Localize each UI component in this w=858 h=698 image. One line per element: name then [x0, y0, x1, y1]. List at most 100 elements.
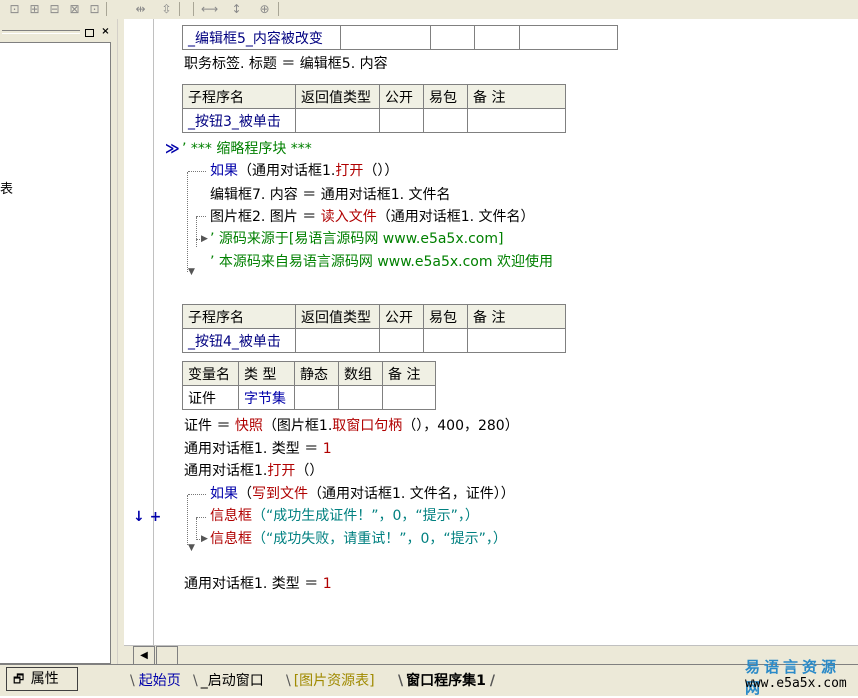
align-bottom-icon[interactable]: ⊠	[66, 1, 83, 17]
equal-height-icon[interactable]: ⇳	[158, 1, 175, 17]
code-text: （	[238, 486, 252, 502]
tab-edge: /	[489, 673, 495, 689]
toolbar-separator	[106, 2, 107, 16]
code-text: 证件 ＝	[184, 418, 235, 434]
method: 打开	[335, 163, 364, 179]
tab-edge: \	[193, 673, 198, 689]
arrow-down-icon: ▼	[188, 543, 195, 553]
editor-gutter	[124, 19, 154, 645]
code-text: （通用对话框1. 文件名，证件））	[308, 486, 515, 502]
tab-label: _启动窗口	[200, 673, 264, 689]
truncated-label: 表	[0, 182, 14, 197]
empty-cell[interactable]	[467, 328, 566, 353]
keyword: 如果	[210, 486, 238, 502]
scroll-left-button[interactable]: ◀	[133, 646, 155, 665]
empty-cell[interactable]	[338, 385, 383, 410]
code-line[interactable]: 信息框（“成功失败，请重试！”，0，“提示”，）	[210, 530, 507, 548]
sub-name-cell[interactable]: _编辑框5_内容被改变	[182, 25, 341, 50]
empty-cell[interactable]	[430, 25, 475, 50]
empty-cell[interactable]	[467, 108, 566, 133]
tab-edge: \	[130, 673, 135, 689]
code-line[interactable]: 如果（写到文件（通用对话框1. 文件名，证件））	[210, 485, 515, 503]
empty-cell[interactable]	[295, 328, 380, 353]
v-center-icon[interactable]: ↕	[228, 1, 245, 17]
tab-edge: \	[398, 673, 404, 689]
align-right-icon[interactable]: ⊡	[86, 1, 103, 17]
center-both-icon[interactable]: ⊕	[256, 1, 273, 17]
align-top-icon[interactable]: ⊟	[46, 1, 63, 17]
properties-tab-label: 属性	[30, 671, 59, 687]
comment-line[interactable]: ’ 本源码来自易语言源码网 www.e5a5x.com 欢迎使用	[210, 253, 553, 271]
number: 1	[322, 576, 332, 592]
code-text: （图片框1.	[262, 418, 333, 434]
collapse-marker-icon[interactable]: ≫	[165, 140, 180, 158]
code-line[interactable]: 图片框2. 图片 ＝ 读入文件（通用对话框1. 文件名）	[210, 208, 535, 226]
header-sub-name: 子程序名	[182, 84, 296, 109]
code-line[interactable]: 通用对话框1.打开（）	[184, 462, 323, 480]
close-icon[interactable]: ×	[100, 26, 111, 37]
empty-cell[interactable]	[379, 328, 424, 353]
code-text: 通用对话框1. 类型 ＝	[184, 441, 323, 457]
header-public: 公开	[379, 84, 424, 109]
code-line[interactable]: 如果（通用对话框1.打开（））	[210, 162, 398, 180]
tab-label: [图片资源表]	[293, 673, 375, 689]
empty-cell[interactable]	[519, 25, 618, 50]
properties-icon: 🗗	[13, 672, 25, 686]
equal-width-icon[interactable]: ⇹	[132, 1, 149, 17]
restore-icon[interactable]	[85, 29, 94, 37]
header-var-name: 变量名	[182, 361, 239, 386]
align-center-icon[interactable]: ⊞	[26, 1, 43, 17]
left-panel-titlebar[interactable]: ×	[0, 24, 117, 41]
align-left-icon[interactable]: ⊡	[6, 1, 23, 17]
empty-cell[interactable]	[382, 385, 436, 410]
method: 取窗口句柄	[332, 418, 403, 434]
grip-line	[2, 33, 80, 34]
var-type-cell[interactable]: 字节集	[238, 385, 295, 410]
flow-line	[187, 495, 188, 545]
code-text: （））	[363, 163, 399, 179]
tab-start-page[interactable]: \ 起始页	[130, 670, 181, 692]
sub-table-1: 子程序名 返回值类型 公开 易包 备 注 _按钮3_被单击	[182, 84, 566, 133]
properties-tab[interactable]: 🗗 属性	[6, 667, 78, 691]
tab-startup-window[interactable]: \ _启动窗口	[193, 670, 264, 692]
comment-line[interactable]: ’ *** 缩略程序块 ***	[182, 140, 312, 158]
tab-edge: \	[286, 673, 291, 689]
tab-image-resources[interactable]: \ [图片资源表]	[286, 670, 375, 692]
empty-cell[interactable]	[379, 108, 424, 133]
tab-window-program-set[interactable]: \ 窗口程序集1/	[398, 670, 495, 692]
grip-line	[2, 30, 80, 31]
code-line[interactable]: 通用对话框1. 类型 ＝ 1	[184, 440, 332, 458]
comment-line[interactable]: ’ 源码来源于[易语言源码网 www.e5a5x.com]	[210, 230, 503, 248]
flow-line	[188, 494, 206, 495]
breakpoint-marker-icon[interactable]: ↓ +	[133, 508, 161, 526]
h-center-icon[interactable]: ⟷	[201, 1, 218, 17]
empty-cell[interactable]	[294, 385, 339, 410]
toolbar-separator	[179, 2, 180, 16]
empty-cell[interactable]	[295, 108, 380, 133]
scroll-thumb[interactable]	[156, 646, 178, 665]
code-line[interactable]: 编辑框7. 内容 ＝ 通用对话框1. 文件名	[210, 186, 451, 204]
sub-name-cell[interactable]: _按钮3_被单击	[182, 108, 296, 133]
code-text: 图片框2. 图片 ＝	[210, 209, 321, 225]
function-name: 读入文件	[320, 209, 377, 225]
arrow-right-icon: ▶	[201, 534, 208, 544]
code-text: （通用对话框1. 文件名）	[376, 209, 535, 225]
sub-name-cell[interactable]: _按钮4_被单击	[182, 328, 296, 353]
code-line[interactable]: 证件 ＝ 快照（图片框1.取窗口句柄（），400，280）	[184, 417, 519, 435]
code-line[interactable]: 信息框（“成功生成证件！”，0，“提示”，）	[210, 507, 479, 525]
site-logo-url: www.e5a5x.com	[745, 676, 847, 691]
header-return-type: 返回值类型	[295, 304, 380, 329]
var-name-cell[interactable]: 证件	[182, 385, 239, 410]
code-line[interactable]: 通用对话框1. 类型 ＝ 1	[184, 575, 332, 593]
function-name: 写到文件	[252, 486, 308, 502]
header-return-type: 返回值类型	[295, 84, 380, 109]
empty-cell[interactable]	[423, 328, 468, 353]
code-line[interactable]: 职务标签. 标题 ＝ 编辑框5. 内容	[184, 55, 388, 73]
header-remark: 备 注	[467, 304, 566, 329]
number: 1	[322, 441, 332, 457]
empty-cell[interactable]	[340, 25, 431, 50]
empty-cell[interactable]	[423, 108, 468, 133]
empty-cell[interactable]	[474, 25, 520, 50]
code-text: （）	[295, 463, 324, 479]
flow-line	[196, 217, 197, 247]
